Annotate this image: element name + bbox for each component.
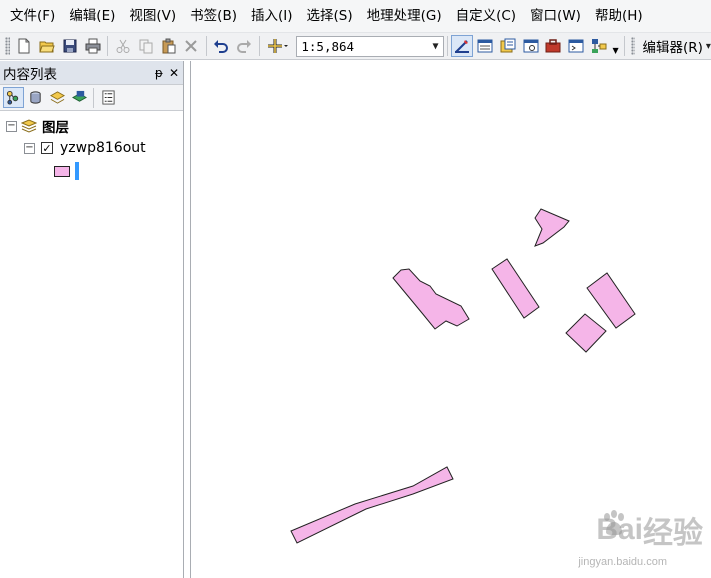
menu-edit[interactable]: 编辑(E) [62, 0, 122, 32]
toolbar-separator [258, 36, 260, 56]
menu-view[interactable]: 视图(V) [122, 0, 183, 32]
map-feature-polygon[interactable] [491, 258, 540, 319]
table-of-contents-icon[interactable] [474, 35, 496, 57]
editor-toolbar-icon[interactable] [451, 35, 473, 57]
undo-icon[interactable] [210, 35, 232, 57]
toolbar-separator [107, 36, 109, 56]
list-by-source-icon[interactable] [25, 87, 46, 108]
menu-bookmarks[interactable]: 书签(B) [183, 0, 244, 32]
text-cursor [75, 162, 79, 180]
toc-toolbar [0, 85, 183, 111]
baidu-paw-icon [604, 510, 625, 535]
modelbuilder-icon[interactable] [588, 35, 610, 57]
map-view[interactable]: Bai 经验 jingyan.baidu.com [190, 61, 711, 578]
menu-windows[interactable]: 窗口(W) [523, 0, 588, 32]
print-icon[interactable] [82, 35, 104, 57]
menu-help[interactable]: 帮助(H) [588, 0, 650, 32]
collapse-icon[interactable]: − [24, 142, 35, 154]
menu-bar: 文件(F) 编辑(E) 视图(V) 书签(B) 插入(I) 选择(S) 地理处理… [0, 0, 711, 32]
add-data-icon[interactable] [263, 35, 293, 57]
map-canvas[interactable] [191, 61, 711, 578]
map-scale-value: 1:5,864 [301, 38, 355, 54]
close-icon[interactable]: ✕ [169, 66, 179, 80]
table-of-contents-panel: 内容列表 ᵽ ✕ − 图层 − ✓ yzwp816out [0, 61, 184, 578]
watermark-url: jingyan.baidu.com [578, 556, 667, 568]
editor-menu-button[interactable]: 编辑器(R) [642, 36, 702, 56]
chevron-down-icon[interactable]: ▼ [433, 41, 439, 52]
arctoolbox-icon[interactable] [542, 35, 564, 57]
catalog-icon[interactable] [497, 35, 519, 57]
collapse-icon[interactable]: − [6, 120, 17, 132]
list-by-visibility-icon[interactable] [47, 87, 68, 108]
standard-toolbar: 1:5,864 ▼ ▼ 编辑器(R) ▾ [0, 32, 711, 60]
toolbar-separator [93, 87, 94, 108]
pin-icon[interactable]: ᵽ [155, 66, 163, 80]
menu-insert[interactable]: 插入(I) [244, 0, 300, 32]
delete-icon[interactable] [180, 35, 202, 57]
layer-symbol-swatch[interactable] [54, 165, 70, 177]
toolbar-grip[interactable] [5, 37, 10, 55]
chevron-down-icon[interactable]: ▾ [706, 41, 711, 52]
map-feature-polygon[interactable] [534, 208, 570, 247]
layers-stack-icon [21, 118, 37, 134]
map-scale-combobox[interactable]: 1:5,864 ▼ [296, 35, 444, 57]
map-feature-polygon[interactable] [290, 466, 454, 544]
baidu-watermark: Bai 经验 [596, 508, 703, 552]
menu-geoprocessing[interactable]: 地理处理(G) [360, 0, 449, 32]
toc-title: 内容列表 [3, 66, 57, 83]
map-feature-polygon[interactable] [565, 313, 607, 353]
watermark-brand-right: 经验 [643, 517, 703, 550]
toolbar-separator [446, 36, 448, 56]
map-feature-polygon[interactable] [586, 272, 636, 329]
search-window-icon[interactable] [520, 35, 542, 57]
layers-root-label: 图层 [42, 120, 69, 136]
toolbar-separator [205, 36, 207, 56]
redo-icon[interactable] [233, 35, 255, 57]
list-by-selection-icon[interactable] [69, 87, 90, 108]
layers-root-row[interactable]: − 图层 [6, 115, 69, 137]
cut-icon[interactable] [112, 35, 134, 57]
toolbar-separator [623, 36, 625, 56]
menu-customize[interactable]: 自定义(C) [449, 0, 523, 32]
open-folder-icon[interactable] [36, 35, 58, 57]
copy-icon[interactable] [135, 35, 157, 57]
layer-name[interactable]: yzwp816out [60, 140, 146, 156]
list-by-drawing-order-icon[interactable] [2, 87, 24, 108]
python-window-icon[interactable] [565, 35, 587, 57]
layer-row-yzwp816out[interactable]: − ✓ yzwp816out [24, 137, 146, 159]
toolbar-grip[interactable] [630, 37, 636, 55]
save-icon[interactable] [59, 35, 81, 57]
paste-icon[interactable] [158, 35, 180, 57]
layer-symbol-row[interactable] [54, 160, 79, 182]
map-feature-polygon[interactable] [392, 268, 470, 330]
menu-file[interactable]: 文件(F) [3, 0, 62, 32]
menu-selection[interactable]: 选择(S) [299, 0, 359, 32]
new-document-icon[interactable] [13, 35, 35, 57]
toolbar-overflow-button[interactable]: ▼ [611, 35, 621, 57]
toc-header: 内容列表 ᵽ ✕ [0, 61, 183, 85]
options-icon[interactable] [98, 87, 119, 108]
layer-visibility-checkbox[interactable]: ✓ [41, 142, 53, 154]
